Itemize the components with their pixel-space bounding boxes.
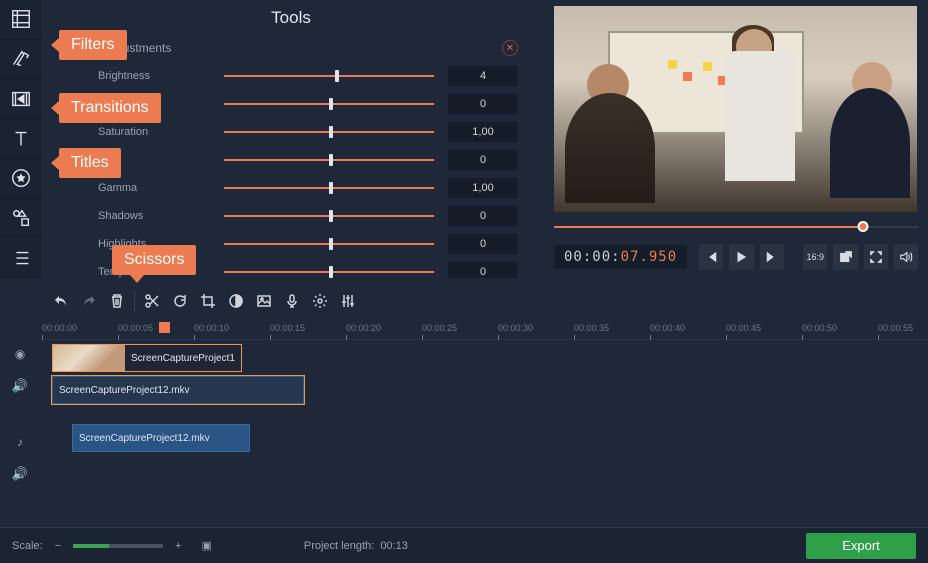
slider-track[interactable] (224, 97, 434, 111)
popout-icon[interactable] (833, 244, 857, 270)
callout-filters: Filters (59, 30, 127, 60)
slider-track[interactable] (224, 237, 434, 251)
preview-canvas[interactable] (554, 6, 917, 212)
sidebar-media-icon[interactable] (0, 0, 42, 40)
footer-bar: Scale: − + ▣ Project length: 00:13 Expor… (0, 527, 928, 563)
crop-button[interactable] (195, 288, 221, 314)
fullscreen-icon[interactable] (864, 244, 888, 270)
preview-pane: 00:00:07.950 16:9 (552, 6, 920, 278)
slider-label: Saturation (98, 126, 210, 138)
callout-scissors: Scissors (112, 245, 196, 275)
scale-slider[interactable] (73, 544, 163, 548)
slider-value[interactable]: 0 (448, 262, 518, 278)
ruler-tick: 00:00:30 (498, 323, 533, 333)
sidebar-shapes-icon[interactable] (0, 199, 42, 239)
timeline: 00:00:00 00:00:05 00:00:10 00:00:15 00:00:20… (0, 320, 928, 520)
slider-value[interactable]: 1,00 (448, 122, 518, 142)
project-length-value: 00:13 (380, 540, 408, 552)
gear-icon[interactable] (307, 288, 333, 314)
zoom-in-button[interactable]: + (175, 540, 181, 552)
slider-value[interactable]: 4 (448, 66, 518, 86)
track-audio-icon[interactable]: 🔊 (4, 372, 36, 400)
ruler-tick: 00:00:50 (802, 323, 837, 333)
aspect-button[interactable]: 16:9 (803, 244, 827, 270)
export-button[interactable]: Export (806, 533, 916, 559)
callout-transitions: Transitions (59, 93, 161, 123)
ruler-tick: 00:00:40 (650, 323, 685, 333)
slider-track[interactable] (224, 209, 434, 223)
ruler-tick: 00:00:55 (878, 323, 913, 333)
undo-button[interactable] (48, 288, 74, 314)
ruler-tick: 00:00:45 (726, 323, 761, 333)
scissors-button[interactable] (139, 288, 165, 314)
ruler-tick: 00:00:10 (194, 323, 229, 333)
next-frame-button[interactable] (760, 244, 784, 270)
play-button[interactable] (729, 244, 753, 270)
volume-icon[interactable] (894, 244, 918, 270)
timeline-ruler[interactable]: 00:00:00 00:00:05 00:00:10 00:00:15 00:00:20… (42, 320, 928, 340)
slider-track[interactable] (224, 69, 434, 83)
rotate-button[interactable] (167, 288, 193, 314)
sidebar-filters-icon[interactable] (0, 40, 42, 80)
slider-value[interactable]: 0 (448, 206, 518, 226)
slider-value[interactable]: 0 (448, 94, 518, 114)
mic-icon[interactable] (279, 288, 305, 314)
slider-label: Brightness (98, 70, 210, 82)
delete-button[interactable] (104, 288, 130, 314)
contrast-icon[interactable] (223, 288, 249, 314)
slider-value[interactable]: 1,00 (448, 178, 518, 198)
sidebar-list-icon[interactable] (0, 238, 42, 278)
reset-icon[interactable]: ✕ (502, 40, 518, 56)
slider-track[interactable] (224, 125, 434, 139)
track-visibility-icon[interactable]: ◉ (4, 340, 36, 368)
slider-brightness[interactable]: Brightness 4 (42, 62, 540, 90)
slider-gamma[interactable]: Gamma 1,00 (42, 174, 540, 202)
slider-track[interactable] (224, 153, 434, 167)
timecode: 00:00:07.950 (554, 245, 687, 269)
fit-icon[interactable]: ▣ (201, 539, 211, 552)
video-clip[interactable]: ScreenCaptureProject1 (52, 344, 242, 372)
audio-clip-1[interactable]: ScreenCaptureProject12.mkv (52, 376, 304, 404)
slider-shadows[interactable]: Shadows 0 (42, 202, 540, 230)
sidebar-titles-icon[interactable] (0, 119, 42, 159)
equalizer-icon[interactable] (335, 288, 361, 314)
slider-track[interactable] (224, 265, 434, 278)
ruler-tick: 00:00:15 (270, 323, 305, 333)
sidebar-stickers-icon[interactable] (0, 159, 42, 199)
image-icon[interactable] (251, 288, 277, 314)
track-audio2-icon[interactable]: 🔊 (4, 460, 36, 488)
slider-value[interactable]: 0 (448, 150, 518, 170)
scale-label: Scale: (12, 540, 43, 552)
sidebar-transitions-icon[interactable] (0, 79, 42, 119)
slider-label: Shadows (98, 210, 210, 222)
ruler-tick: 00:00:35 (574, 323, 609, 333)
ruler-tick: 00:00:20 (346, 323, 381, 333)
track-music-icon[interactable]: ♪ (4, 428, 36, 456)
ruler-tick: 00:00:25 (422, 323, 457, 333)
prev-frame-button[interactable] (699, 244, 723, 270)
zoom-out-button[interactable]: − (55, 540, 61, 552)
left-sidebar (0, 0, 42, 278)
ruler-tick: 00:00:05 (118, 323, 153, 333)
slider-value[interactable]: 0 (448, 234, 518, 254)
slider-label: Gamma (98, 182, 210, 194)
edit-toolbar (42, 286, 540, 316)
callout-titles: Titles (59, 148, 121, 178)
ruler-tick: 00:00:00 (42, 323, 77, 333)
slider-track[interactable] (224, 181, 434, 195)
project-length-label: Project length: (304, 540, 374, 552)
preview-scrubber[interactable] (554, 218, 918, 236)
audio-clip-2[interactable]: ScreenCaptureProject12.mkv (72, 424, 250, 452)
redo-button[interactable] (76, 288, 102, 314)
